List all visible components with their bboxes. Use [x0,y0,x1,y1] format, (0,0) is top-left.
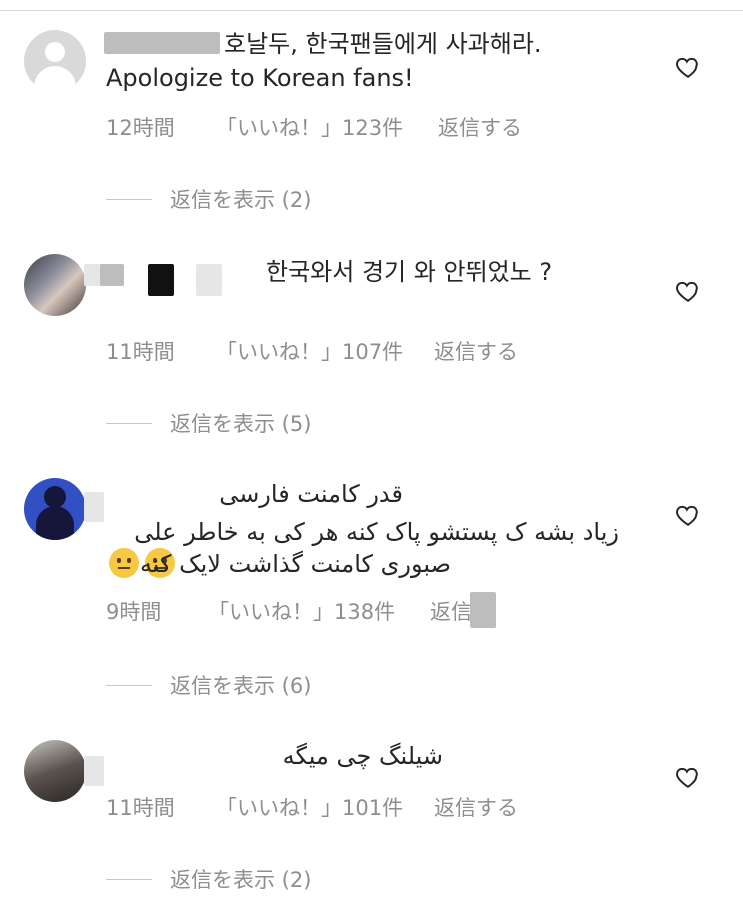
comment-text-line3: صبوری کامنت گذاشت لایک کنه [139,550,451,578]
view-replies-button[interactable]: 返信を表示 (2) [106,864,311,894]
replies-divider-line [106,422,152,424]
comment-time: 12時間 [106,116,175,140]
view-replies-label: 返信を表示 (6) [170,674,312,698]
like-count[interactable]: 「いいね！」138件 [208,596,395,626]
avatar-figure-body [36,506,74,540]
username-redacted-part [196,264,222,296]
like-heart-icon[interactable] [675,764,701,790]
username-redacted-part [100,264,124,286]
view-replies-label: 返信を表示 (2) [170,188,312,212]
view-replies-label: 返信を表示 (2) [170,868,312,892]
avatar-head-shape [45,42,65,62]
username-redacted[interactable] [84,756,104,786]
replies-divider-line [106,878,152,880]
avatar[interactable] [24,254,86,316]
comment-text: 호날두, 한국팬들에게 사과해라. [224,30,542,58]
reply-button[interactable]: 返信 [430,596,472,626]
avatar[interactable] [24,740,86,802]
username-redacted-part [148,264,174,296]
comment-text: شیلنگ چی میگه [282,742,443,770]
username-redacted[interactable] [84,492,104,522]
comment-text: 한국와서 경기 와 안뛰었노 ? [266,258,553,286]
reply-button[interactable]: 返信する [434,792,518,822]
top-divider [0,10,743,11]
view-replies-button[interactable]: 返信を表示 (5) [106,408,311,438]
comment-text-line2: زیاد بشه ک پستشو پاک کنه هر کی به خاطر ع… [134,518,619,546]
reply-redaction [470,592,496,628]
comment-time: 11時間 [106,796,175,820]
reply-button[interactable]: 返信する [434,336,518,366]
avatar-figure-head [44,486,66,508]
view-replies-label: 返信を表示 (5) [170,412,312,436]
comment-time: 11時間 [106,340,175,364]
like-count[interactable]: 「いいね！」101件 [216,792,403,822]
comment-text-line2: Apologize to Korean fans! [106,64,414,92]
avatar[interactable] [24,30,86,92]
like-count[interactable]: 「いいね！」107件 [216,336,403,366]
view-replies-button[interactable]: 返信を表示 (2) [106,184,311,214]
username-redacted[interactable] [104,32,220,54]
like-count[interactable]: 「いいね！」123件 [216,112,403,142]
like-heart-icon[interactable] [675,54,701,80]
replies-divider-line [106,198,152,200]
replies-divider-line [106,684,152,686]
comment-text: قدر کامنت فارسی [219,480,403,508]
avatar-shoulders-shape [34,66,76,92]
view-replies-button[interactable]: 返信を表示 (6) [106,670,311,700]
reply-button[interactable]: 返信する [438,112,522,142]
like-heart-icon[interactable] [675,278,701,304]
like-heart-icon[interactable] [675,502,701,528]
joy-emoji-icon [109,548,139,578]
comment-time: 9時間 [106,600,162,624]
avatar[interactable] [24,478,86,540]
